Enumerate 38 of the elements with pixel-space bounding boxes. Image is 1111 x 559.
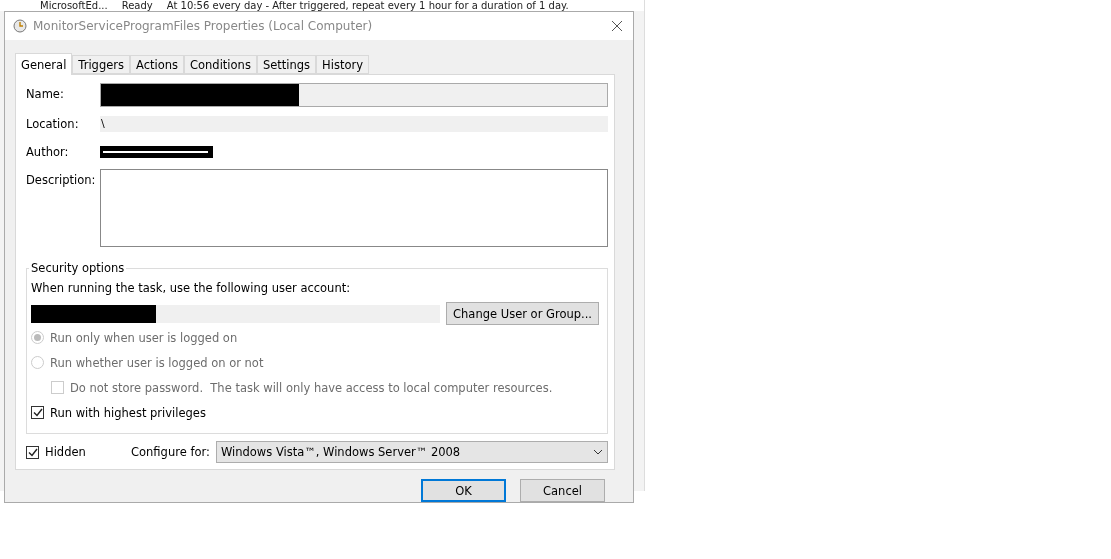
checkbox[interactable] xyxy=(26,445,39,459)
field-label: Description: xyxy=(26,172,97,189)
tab[interactable]: Conditions xyxy=(184,55,257,74)
dialog-button[interactable]: Cancel xyxy=(520,479,605,502)
name-field[interactable] xyxy=(100,83,608,107)
location-field: \ xyxy=(100,116,608,132)
line-icon xyxy=(103,151,208,153)
description-field[interactable] xyxy=(100,169,608,247)
checkmark-icon xyxy=(32,408,43,417)
option-label: Run with highest privileges xyxy=(50,405,206,420)
close-button[interactable] xyxy=(609,18,625,34)
checkmark-icon xyxy=(27,447,38,457)
option-label: Run whether user is logged on or not xyxy=(50,355,264,370)
change-user-button[interactable]: Change User or Group... xyxy=(446,302,599,325)
tab[interactable]: Triggers xyxy=(72,55,130,74)
task-name: MicrosoftEd... xyxy=(40,0,108,11)
tab[interactable]: Settings xyxy=(256,55,317,74)
configure-label: Configure for: xyxy=(131,445,210,459)
hidden-label: Hidden xyxy=(45,445,87,459)
configure-dropdown[interactable]: Windows Vista™, Windows Server™ 2008 xyxy=(215,441,608,463)
task-status: Ready xyxy=(121,0,153,11)
window-title: MonitorServiceProgramFiles Properties (Local Computer) xyxy=(33,19,374,33)
field-label: Location: xyxy=(26,116,80,133)
group-title: Security options xyxy=(30,261,126,275)
checkbox[interactable] xyxy=(31,406,44,419)
field-label: Author: xyxy=(26,144,70,161)
clock-icon xyxy=(13,19,27,33)
dialog-button[interactable]: OK xyxy=(421,479,506,502)
option-label: Run only when user is logged on xyxy=(50,330,238,345)
account-label: When running the task, use the following user account: xyxy=(31,281,352,295)
field-label: Name: xyxy=(26,86,65,103)
close-icon xyxy=(609,18,625,34)
chevron-down-icon xyxy=(593,449,603,455)
option-label: Do not store password. The task will only have access to local computer resources. xyxy=(70,380,553,395)
tab[interactable]: General xyxy=(15,53,73,75)
task-trigger: At 10:56 every day - After triggered, repeat every 1 hour for a duration of 1 day. xyxy=(166,0,569,11)
tab[interactable]: Actions xyxy=(130,55,184,74)
tab[interactable]: History xyxy=(316,55,369,74)
